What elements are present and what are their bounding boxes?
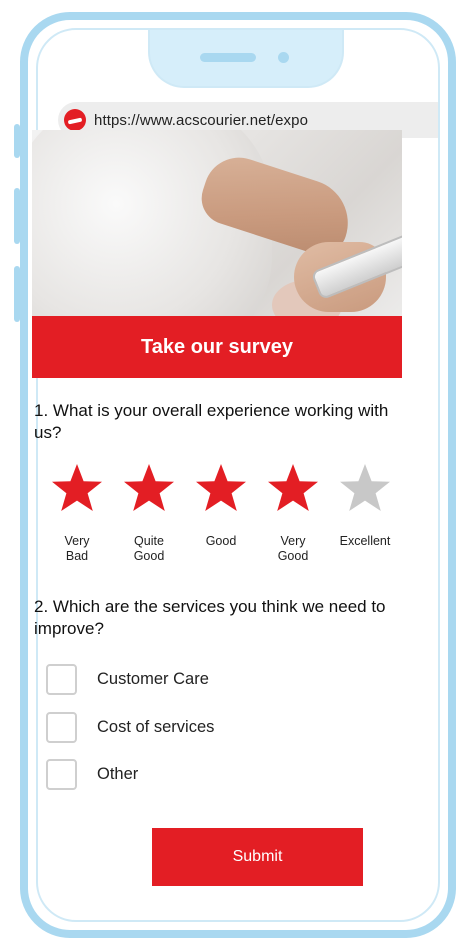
question-1: 1. What is your overall experience worki… <box>34 401 389 442</box>
submit-button[interactable]: Submit <box>152 828 363 886</box>
star-rating <box>50 462 410 522</box>
mockup-stage: https://www.acscourier.net/expo Take our… <box>0 0 475 948</box>
star-rating-labels: Very Bad Quite Good Good Very Good Excellent <box>50 534 430 574</box>
star-icon[interactable] <box>338 462 392 514</box>
option-label: Cost of services <box>97 717 215 736</box>
option-other[interactable]: Other <box>46 757 346 791</box>
star-label: Very Bad <box>64 534 90 563</box>
checkbox[interactable] <box>46 758 77 790</box>
checkbox[interactable] <box>46 663 77 695</box>
star-label: Quite Good <box>133 534 165 563</box>
survey-title: Take our survey <box>141 335 293 358</box>
star-label: Good <box>205 534 237 548</box>
option-label: Other <box>97 764 139 783</box>
star-icon[interactable] <box>122 462 176 514</box>
hero-image <box>32 130 402 316</box>
option-cost-of-services[interactable]: Cost of services <box>46 710 346 744</box>
speaker-icon <box>200 53 256 62</box>
survey-banner: Take our survey <box>32 316 402 378</box>
site-logo-icon <box>64 109 86 131</box>
star-icon[interactable] <box>194 462 248 514</box>
star-icon[interactable] <box>50 462 104 514</box>
star-icon[interactable] <box>266 462 320 514</box>
url-text: https://www.acscourier.net/expo <box>94 111 309 129</box>
question-2: 2. Which are the services you think we n… <box>34 597 386 638</box>
star-label: Excellent <box>339 534 391 548</box>
phone-notch <box>148 30 344 88</box>
option-label: Customer Care <box>97 669 209 688</box>
camera-icon <box>278 52 289 63</box>
star-label: Very Good <box>277 534 309 563</box>
option-customer-care[interactable]: Customer Care <box>46 662 346 696</box>
checkbox[interactable] <box>46 711 77 743</box>
